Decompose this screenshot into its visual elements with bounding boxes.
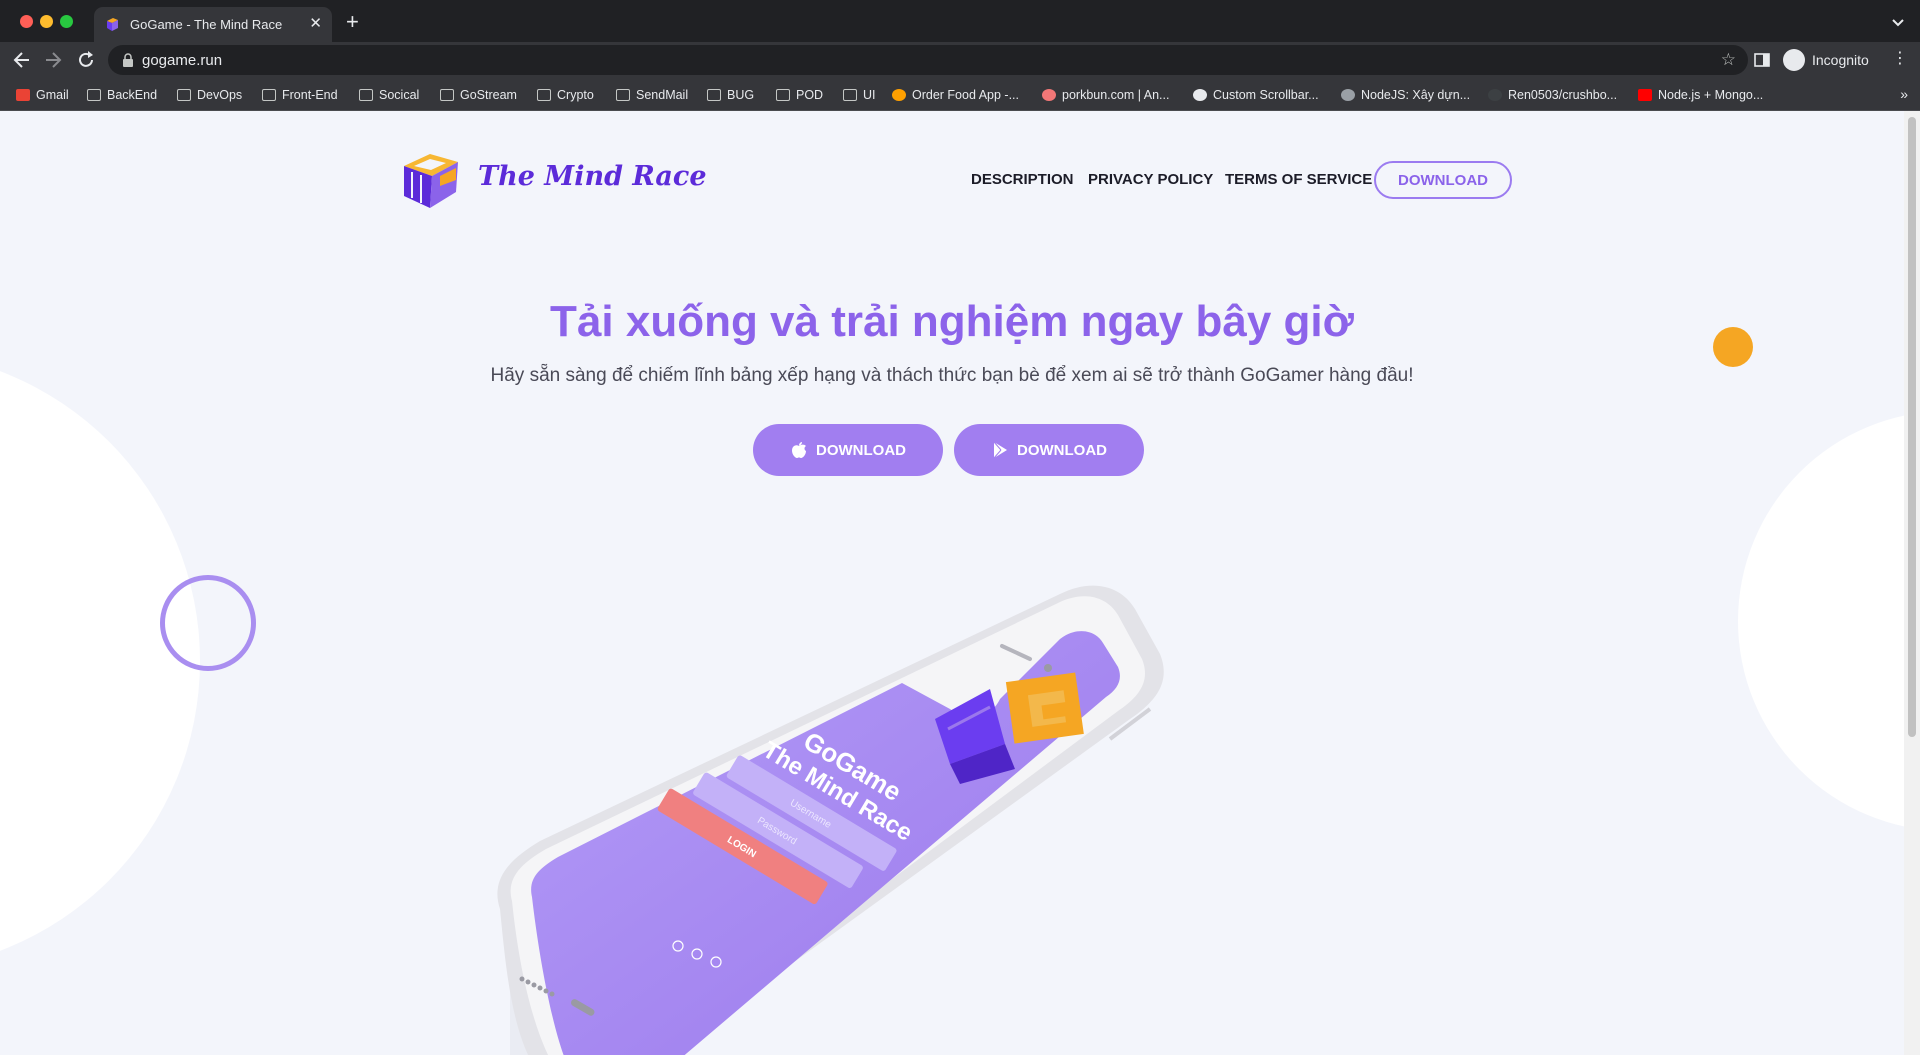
app-store-download-label: DOWNLOAD: [816, 441, 906, 459]
bookmark-item[interactable]: BackEnd: [87, 87, 157, 103]
porkbun-icon: [1042, 89, 1056, 101]
bookmark-label: Front-End: [282, 88, 338, 102]
page-viewport: The Mind Race DESCRIPTION PRIVACY POLICY…: [0, 111, 1904, 1055]
bookmark-star-icon[interactable]: ☆: [1721, 50, 1736, 70]
side-panel-icon[interactable]: [1754, 52, 1770, 68]
folder-icon: [262, 89, 276, 101]
bookmark-label: porkbun.com | An...: [1062, 88, 1170, 102]
bookmark-item[interactable]: Gmail: [16, 87, 69, 103]
bookmark-label: BUG: [727, 88, 755, 102]
gogame-favicon-icon: [107, 18, 118, 31]
url-text[interactable]: gogame.run: [142, 52, 222, 69]
bookmark-item[interactable]: POD: [776, 87, 823, 103]
bookmark-label: DevOps: [197, 88, 243, 102]
bookmark-label: GoStream: [460, 88, 517, 102]
nav-download-button[interactable]: DOWNLOAD: [1374, 161, 1512, 199]
bookmark-label: Custom Scrollbar...: [1213, 88, 1319, 102]
back-arrow-icon[interactable]: [12, 50, 32, 70]
bookmark-item[interactable]: Ren0503/crushbo...: [1488, 87, 1617, 103]
bookmark-label: NodeJS: Xây dựn...: [1361, 88, 1471, 102]
folder-icon: [776, 89, 790, 101]
bookmark-item[interactable]: Crypto: [537, 87, 594, 103]
browser-menu-icon[interactable]: ⋮: [1892, 51, 1908, 67]
bookmark-item[interactable]: Node.js + Mongo...: [1638, 87, 1763, 103]
bookmark-label: BackEnd: [107, 88, 158, 102]
incognito-label[interactable]: Incognito: [1812, 52, 1869, 68]
bookmark-label: SendMail: [636, 88, 689, 102]
phone-camera: [1044, 664, 1052, 672]
folder-icon: [440, 89, 454, 101]
browser-tab-active[interactable]: GoGame - The Mind Race ✕: [94, 7, 332, 42]
bookmark-item[interactable]: BUG: [707, 87, 754, 103]
bookmark-item[interactable]: DevOps: [177, 87, 242, 103]
folder-icon: [616, 89, 630, 101]
forward-arrow-icon[interactable]: [43, 50, 63, 70]
bookmarks-bar: » Gmail BackEnd DevOps Front-End Socical GoSt…: [0, 78, 1920, 111]
folder-icon: [359, 89, 373, 101]
folder-icon: [843, 89, 857, 101]
google-play-download-button[interactable]: DOWNLOAD: [954, 424, 1144, 476]
bookmark-item[interactable]: Custom Scrollbar...: [1193, 87, 1319, 103]
address-bar[interactable]: gogame.run ☆: [108, 45, 1748, 75]
youtube-icon: [1638, 89, 1652, 101]
bookmark-item[interactable]: Front-End: [262, 87, 338, 103]
decor-ring: [160, 575, 256, 671]
bookmark-label: Crypto: [557, 88, 594, 102]
maximize-window-button[interactable]: [60, 15, 73, 28]
bookmark-item[interactable]: NodeJS: Xây dựn...: [1341, 87, 1470, 103]
apple-icon: [792, 442, 806, 458]
folder-icon: [707, 89, 721, 101]
gmail-icon: [16, 89, 30, 101]
tab-search-chevron-icon[interactable]: [1890, 14, 1906, 30]
lock-icon: [123, 53, 133, 67]
app-store-download-button[interactable]: DOWNLOAD: [753, 424, 943, 476]
bookmark-item[interactable]: SendMail: [616, 87, 688, 103]
firebase-icon: [892, 89, 906, 101]
bookmark-item[interactable]: Order Food App -...: [892, 87, 1019, 103]
new-tab-button[interactable]: +: [346, 11, 359, 33]
bookmark-item[interactable]: Socical: [359, 87, 419, 103]
incognito-icon[interactable]: [1783, 49, 1805, 71]
folder-icon: [177, 89, 191, 101]
hero-subtitle: Hãy sẵn sàng để chiếm lĩnh bảng xếp hạng…: [490, 365, 1414, 386]
bookmark-label: Node.js + Mongo...: [1658, 88, 1764, 102]
google-play-download-label: DOWNLOAD: [1017, 441, 1107, 459]
bookmark-item[interactable]: GoStream: [440, 87, 517, 103]
bookmark-label: UI: [863, 88, 876, 102]
bookmark-label: Ren0503/crushbo...: [1508, 88, 1618, 102]
browser-toolbar: gogame.run ☆ Incognito ⋮: [0, 42, 1920, 78]
tab-title: GoGame - The Mind Race: [130, 17, 283, 32]
decor-circle-right: [1738, 411, 1904, 831]
gogame-logo-icon[interactable]: [400, 148, 464, 210]
bookmark-label: Socical: [379, 88, 420, 102]
decor-circle-left: [0, 351, 200, 971]
folder-icon: [537, 89, 551, 101]
github-icon: [1488, 89, 1502, 101]
bookmark-label: Gmail: [36, 88, 69, 102]
folder-icon: [87, 89, 101, 101]
google-play-icon: [993, 441, 1007, 459]
close-window-button[interactable]: [20, 15, 33, 28]
brand-name[interactable]: The Mind Race: [478, 161, 707, 192]
nav-terms-link[interactable]: TERMS OF SERVICE: [1225, 171, 1372, 188]
tab-close-icon[interactable]: ✕: [309, 15, 322, 33]
nav-description-link[interactable]: DESCRIPTION: [971, 171, 1074, 188]
bookmarks-overflow-icon[interactable]: »: [1900, 86, 1908, 102]
hero-title: Tải xuống và trải nghiệm ngay bây giờ: [550, 297, 1354, 346]
browser-titlebar: GoGame - The Mind Race ✕ +: [0, 0, 1920, 42]
bookmark-label: Order Food App -...: [912, 88, 1019, 102]
minimize-window-button[interactable]: [40, 15, 53, 28]
page-scrollbar[interactable]: [1904, 111, 1920, 1055]
globe-icon: [1341, 89, 1355, 101]
bookmark-item[interactable]: UI: [843, 87, 876, 103]
reload-icon[interactable]: [76, 50, 96, 70]
bookmark-item[interactable]: porkbun.com | An...: [1042, 87, 1169, 103]
codepen-icon: [1193, 89, 1207, 101]
bookmark-label: POD: [796, 88, 824, 102]
nav-privacy-link[interactable]: PRIVACY POLICY: [1088, 171, 1213, 188]
phone-mockup: GoGame The Mind Race Username Password L…: [497, 585, 1164, 1055]
scrollbar-thumb[interactable]: [1908, 117, 1916, 737]
